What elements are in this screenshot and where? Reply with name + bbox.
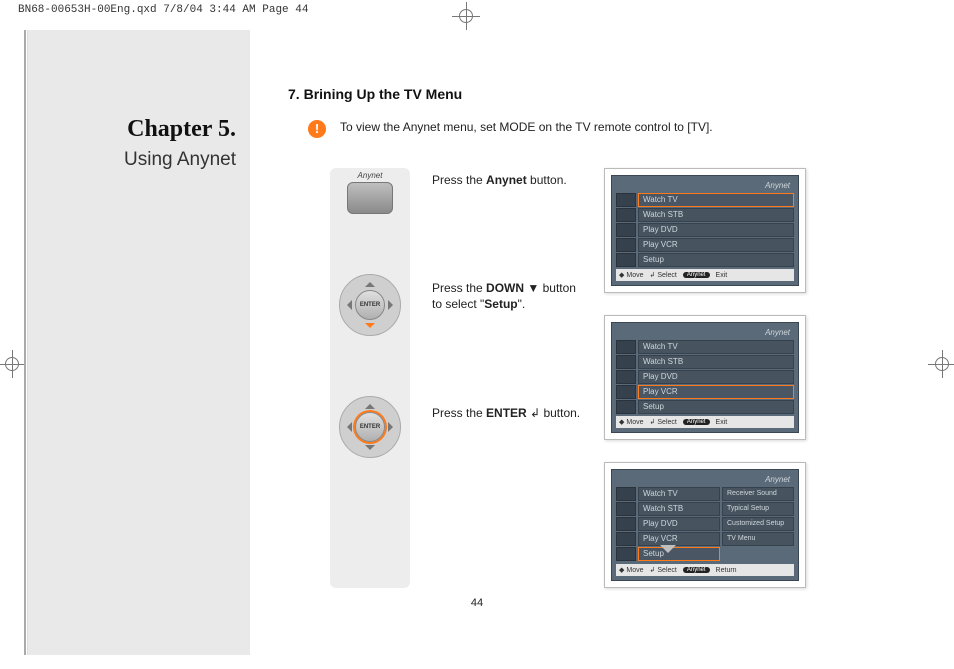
- submenu-customized-setup: Customized Setup: [722, 517, 794, 531]
- dpad-enter: ENTER: [355, 290, 385, 320]
- instruction-column: Press the Anynet button. Press the DOWN …: [432, 168, 582, 588]
- menu-item-play-vcr: Play VCR: [616, 385, 794, 399]
- notice-icon: !: [308, 120, 326, 138]
- step-3-text: Press the ENTER ↲ button.: [432, 405, 582, 421]
- tv-brand: Anynet: [620, 475, 790, 484]
- dpad-enter: ENTER: [355, 412, 385, 442]
- screens-column: Anynet Watch TV Watch STB Play DVD Play …: [604, 168, 806, 588]
- menu-item-setup: Setup: [616, 253, 794, 267]
- menu-item-watch-tv: Watch TV: [616, 193, 794, 207]
- steps: Anynet ENTER ENTER Press the Anynet butt…: [330, 168, 924, 588]
- menu-item-play-dvd: Play DVD: [616, 223, 794, 237]
- menu-item-play-dvd: Play DVD: [616, 517, 720, 531]
- anynet-button: Anynet: [347, 182, 393, 214]
- step-1-text: Press the Anynet button.: [432, 172, 582, 188]
- down-arrow-icon: ▼: [527, 281, 539, 295]
- page-number: 44: [471, 597, 483, 609]
- tv-brand: Anynet: [620, 181, 790, 190]
- sidebar: Chapter 5. Using Anynet: [28, 30, 250, 655]
- menu-item-play-vcr: Play VCR: [616, 532, 720, 546]
- tv-footer: ◆ Move↲ SelectAnynetExit: [616, 269, 794, 281]
- dpad-right-icon: [388, 422, 398, 432]
- chapter-title: Chapter 5.: [124, 116, 236, 143]
- enter-icon: ↲: [530, 406, 540, 420]
- tv-footer: ◆ Move↲ SelectAnynetReturn: [616, 564, 794, 576]
- crop-mark-top: [452, 2, 480, 30]
- notice-text: To view the Anynet menu, set MODE on the…: [340, 120, 713, 134]
- submenu-typical-setup: Typical Setup: [722, 502, 794, 516]
- tv-screen-1: Anynet Watch TV Watch STB Play DVD Play …: [604, 168, 806, 293]
- menu-item-watch-tv: Watch TV: [616, 487, 720, 501]
- section-number: 7.: [288, 86, 300, 102]
- continue-arrow-icon: [660, 545, 676, 561]
- dpad-down: ENTER: [339, 274, 401, 336]
- crop-mark-right: [928, 350, 954, 378]
- submenu-receiver-sound: Receiver Sound: [722, 487, 794, 501]
- tv-screen-3: Anynet Watch TV Watch STB Play DVD Play …: [604, 462, 806, 588]
- dpad-up-icon: [365, 399, 375, 409]
- menu-item-watch-stb: Watch STB: [616, 502, 720, 516]
- print-header: BN68-00653H-00Eng.qxd 7/8/04 3:44 AM Pag…: [18, 4, 308, 16]
- tv-footer: ◆ Move↲ SelectAnynetExit: [616, 416, 794, 428]
- menu-item-setup: Setup: [616, 400, 794, 414]
- menu-item-play-dvd: Play DVD: [616, 370, 794, 384]
- dpad-down-icon: [365, 445, 375, 455]
- section-title: 7. Brining Up the TV Menu: [288, 86, 924, 102]
- menu-item-watch-stb: Watch STB: [616, 355, 794, 369]
- crop-mark-left: [0, 350, 26, 378]
- dpad-left-icon: [342, 300, 352, 310]
- dpad-enter-highlighted: ENTER: [339, 396, 401, 458]
- tv-brand: Anynet: [620, 328, 790, 337]
- step-2-text: Press the DOWN ▼ button to select "Setup…: [432, 280, 582, 312]
- anynet-button-label: Anynet: [358, 171, 383, 180]
- section-name: Brining Up the TV Menu: [304, 86, 463, 102]
- notice: ! To view the Anynet menu, set MODE on t…: [308, 120, 924, 138]
- dpad-down-icon: [365, 323, 375, 333]
- dpad-up-icon: [365, 277, 375, 287]
- tv-screen-2: Anynet Watch TV Watch STB Play DVD Play …: [604, 315, 806, 440]
- content: 7. Brining Up the TV Menu ! To view the …: [278, 86, 924, 588]
- menu-item-watch-tv: Watch TV: [616, 340, 794, 354]
- dpad-right-icon: [388, 300, 398, 310]
- menu-item-watch-stb: Watch STB: [616, 208, 794, 222]
- dpad-left-icon: [342, 422, 352, 432]
- page-edge: [24, 30, 26, 655]
- submenu-tv-menu: TV Menu: [722, 532, 794, 546]
- chapter-block: Chapter 5. Using Anynet: [124, 116, 236, 171]
- menu-item-play-vcr: Play VCR: [616, 238, 794, 252]
- remote-column: Anynet ENTER ENTER: [330, 168, 410, 588]
- chapter-subtitle: Using Anynet: [124, 149, 236, 171]
